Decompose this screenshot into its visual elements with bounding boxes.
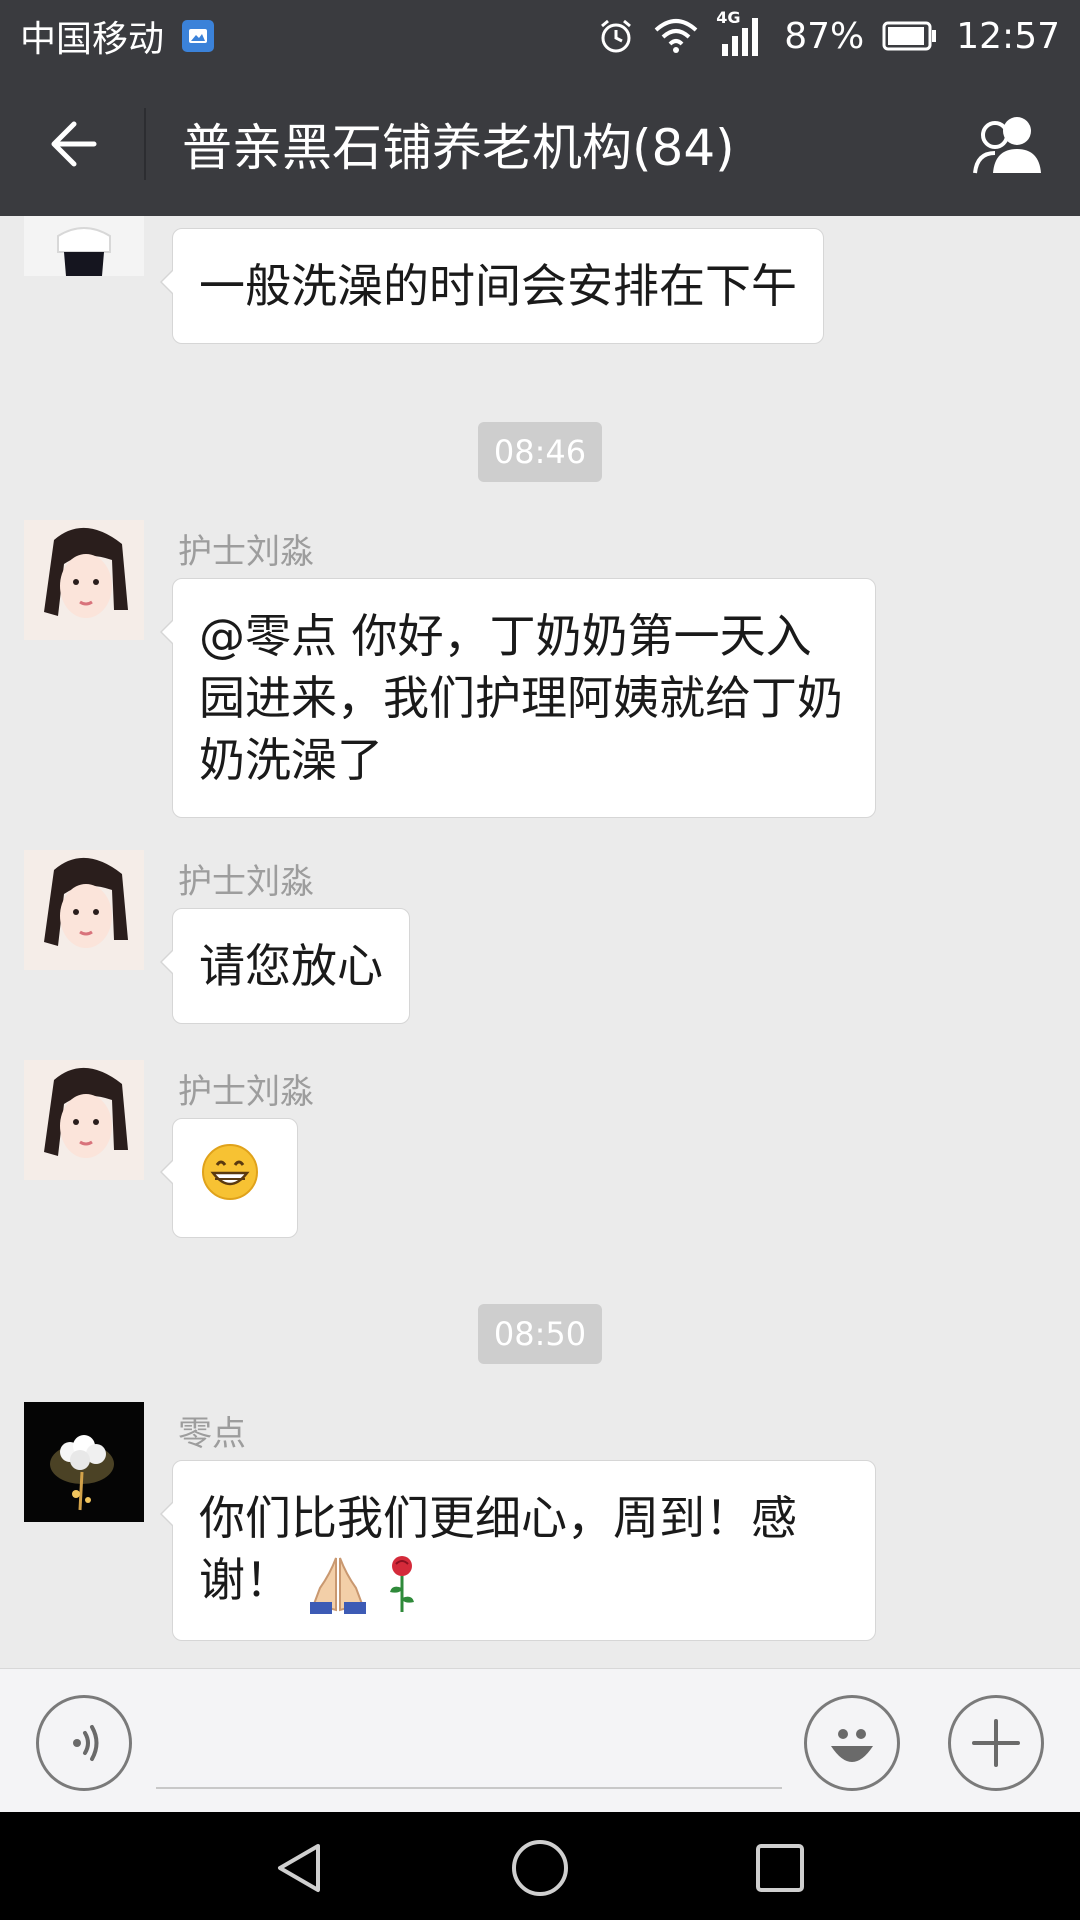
avatar[interactable]: [24, 850, 144, 970]
back-arrow-icon: [51, 121, 97, 167]
sender-name: 护士刘淼: [178, 862, 314, 902]
carrier-name: 中国移动: [20, 19, 165, 60]
signal-icon: 4G: [716, 8, 766, 58]
battery-percent: 87%: [784, 15, 865, 57]
clock: 12:57: [956, 15, 1060, 57]
avatar[interactable]: [24, 216, 144, 276]
message-item: 零点 你们比我们更细心，周到！感谢！: [0, 1402, 1080, 1662]
avatar[interactable]: [24, 520, 144, 640]
message-text: 一般洗澡的时间会安排在下午: [199, 259, 797, 313]
message-text: 请您放心: [199, 939, 383, 993]
chat-header: 普亲黑石铺养老机构(84): [0, 72, 1080, 216]
input-bar: [0, 1668, 1080, 1812]
group-members-button[interactable]: [964, 100, 1054, 190]
voice-button[interactable]: [36, 1695, 132, 1791]
folded-hands-icon: [309, 1557, 366, 1614]
nav-back-icon: [278, 1844, 320, 1892]
network-type: 4G: [716, 8, 741, 27]
rose-icon: [390, 1555, 415, 1612]
message-item: 护士刘淼 @零点 你好，丁奶奶第一天入园进来，我们护理阿姨就给丁奶奶洗澡了: [0, 520, 1080, 820]
status-bar: 中国移动 4G 87% 12:57: [0, 0, 1080, 72]
sender-name: 护士刘淼: [178, 1072, 314, 1112]
timestamp: 08:50: [478, 1304, 602, 1364]
sender-name: 护士刘淼: [178, 532, 314, 572]
page-title: 普亲黑石铺养老机构(84): [182, 119, 735, 177]
message-item: 一般洗澡的时间会安排在下午: [0, 216, 1080, 344]
emoji-button[interactable]: [804, 1695, 900, 1791]
message-text: @零点 你好，丁奶奶第一天入园进来，我们护理阿姨就给丁奶奶洗澡了: [199, 609, 843, 787]
back-button[interactable]: [0, 72, 144, 216]
nav-back-button[interactable]: [270, 1838, 330, 1898]
grinning-face-icon: [202, 1144, 258, 1200]
avatar[interactable]: [24, 1402, 144, 1522]
input-underline: [156, 1787, 782, 1789]
message-list[interactable]: 一般洗澡的时间会安排在下午 08:46 护士刘淼 @零点 你好，丁奶奶第一天入园…: [0, 216, 1080, 1668]
nav-recent-icon: [756, 1844, 804, 1892]
plus-icon: [972, 1719, 1020, 1767]
system-nav-bar: [0, 1812, 1080, 1920]
battery-icon: [882, 21, 938, 51]
message-text: 你们比我们更细心，周到！感谢！: [199, 1491, 797, 1607]
alarm-icon: [596, 16, 636, 56]
message-item: 护士刘淼: [0, 1060, 1080, 1238]
message-bubble[interactable]: 你们比我们更细心，周到！感谢！: [160, 1460, 876, 1641]
group-members-icon: [973, 117, 1041, 174]
message-bubble[interactable]: @零点 你好，丁奶奶第一天入园进来，我们护理阿姨就给丁奶奶洗澡了: [160, 578, 876, 818]
nav-home-icon: [512, 1840, 568, 1896]
emoji-icon: [831, 1729, 873, 1762]
nav-recent-button[interactable]: [750, 1838, 810, 1898]
voice-icon: [73, 1725, 99, 1761]
message-bubble[interactable]: 一般洗澡的时间会安排在下午: [160, 228, 824, 344]
more-button[interactable]: [948, 1695, 1044, 1791]
message-item: 护士刘淼 请您放心: [0, 850, 1080, 1024]
sender-name: 零点: [178, 1414, 246, 1454]
header-divider: [144, 108, 146, 180]
message-input[interactable]: [156, 1699, 782, 1785]
message-bubble[interactable]: [160, 1118, 298, 1238]
avatar[interactable]: [24, 1060, 144, 1180]
wifi-icon: [654, 18, 698, 54]
image-icon: [182, 20, 215, 52]
nav-home-button[interactable]: [510, 1838, 570, 1898]
timestamp: 08:46: [478, 422, 602, 482]
message-bubble[interactable]: 请您放心: [160, 908, 410, 1024]
